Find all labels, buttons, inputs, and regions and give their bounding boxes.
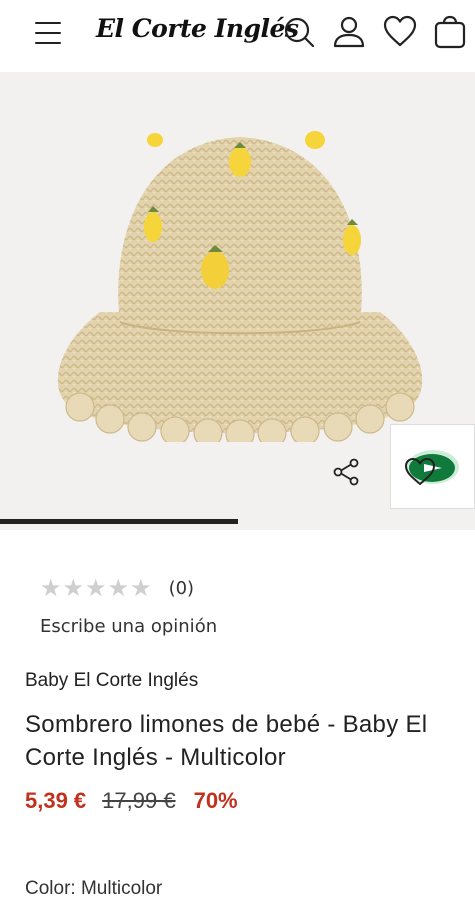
current-price: 5,39 € <box>25 788 87 813</box>
bag-icon[interactable] <box>432 14 468 50</box>
brand-logo[interactable]: El Corte Inglés <box>96 14 299 43</box>
product-image-gallery[interactable] <box>0 72 475 530</box>
rating-stars: ★★★★★ <box>40 574 153 602</box>
product-title: Sombrero limones de bebé - Baby El Corte… <box>25 711 428 771</box>
original-price: 17,99 € <box>102 788 176 813</box>
search-icon[interactable] <box>281 14 317 50</box>
top-header: El Corte Inglés <box>0 0 475 72</box>
price-block: 5,39 € 17,99 € 70% <box>25 788 238 814</box>
heart-icon[interactable] <box>382 14 418 50</box>
color-label: Color: Multicolor <box>25 878 163 899</box>
discount-badge: 70% <box>193 788 238 813</box>
menu-icon[interactable] <box>35 20 63 46</box>
rating-count: (0) <box>168 577 195 599</box>
gallery-progress-bar <box>0 519 475 525</box>
write-review-link[interactable]: Escribe una opinión <box>40 616 217 637</box>
wishlist-heart-icon[interactable] <box>404 456 436 488</box>
product-brand[interactable]: Baby El Corte Inglés <box>25 670 198 692</box>
share-icon[interactable] <box>330 456 362 488</box>
rating-summary[interactable]: ★★★★★ (0) <box>40 574 194 602</box>
gallery-progress-fill <box>0 519 238 524</box>
user-icon[interactable] <box>331 14 367 50</box>
product-image <box>57 131 423 442</box>
